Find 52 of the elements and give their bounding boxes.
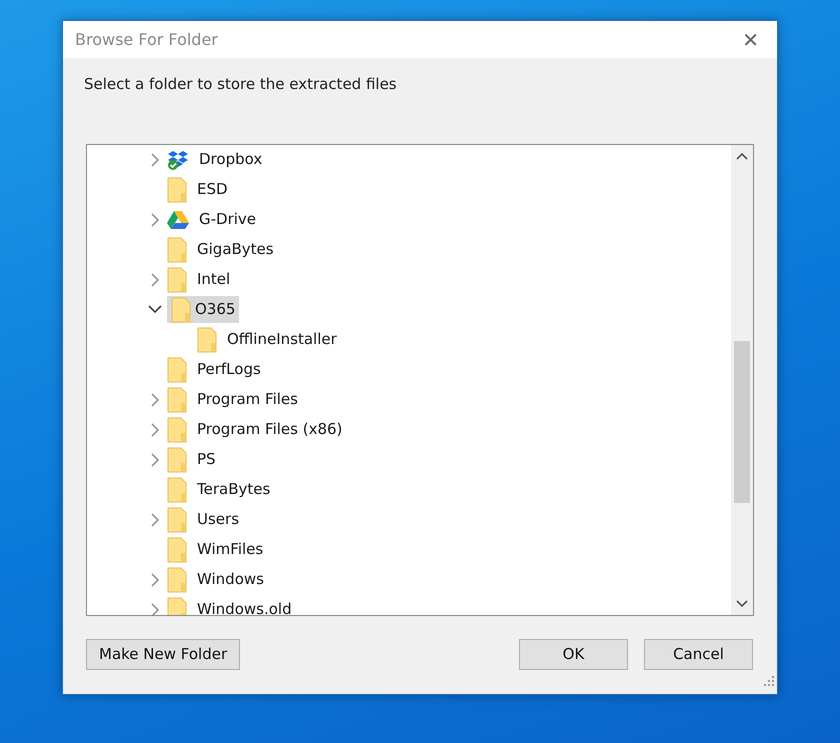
expand-chevron-icon[interactable] [150,272,160,286]
expand-chevron-icon[interactable] [150,422,160,436]
dropbox-icon [167,148,189,170]
tree-item-label[interactable]: Intel [193,266,234,293]
folder-icon [167,446,187,472]
folder-icon [167,566,187,592]
scrollbar[interactable] [731,144,753,614]
drive-icon [167,210,189,230]
expand-chevron-icon[interactable] [150,512,160,526]
tree-item-label[interactable]: G-Drive [195,206,260,233]
expand-chevron-icon[interactable] [150,212,160,226]
resize-grip-icon[interactable] [763,675,775,688]
tree-item-label[interactable]: OfflineInstaller [223,326,341,353]
tree-item-label[interactable]: Windows.old [193,596,296,614]
tree-item[interactable]: O365 [167,296,240,323]
expand-chevron-icon[interactable] [150,572,160,586]
tree-item-label[interactable]: Program Files (x86) [193,416,346,443]
scroll-up-icon[interactable] [736,152,748,160]
tree-item-label[interactable]: Program Files [193,386,302,413]
tree-item-label[interactable]: Windows [193,566,268,593]
make-new-folder-button[interactable]: Make New Folder [86,638,240,670]
folder-icon [167,266,187,292]
tree-item-label[interactable]: WimFiles [193,536,268,563]
collapse-chevron-icon[interactable] [148,305,162,314]
cancel-button[interactable]: Cancel [644,638,753,670]
tree-item-label[interactable]: Dropbox [195,146,266,173]
tree-item-label[interactable]: ESD [193,176,232,203]
folder-icon [167,386,187,412]
tree-item-label[interactable]: PerfLogs [193,356,265,383]
expand-chevron-icon[interactable] [150,152,160,166]
tree-item-label[interactable]: Users [193,506,244,533]
folder-icon [167,476,187,502]
folder-icon [167,236,187,262]
close-button[interactable]: ✕ [738,28,763,52]
window-title: Browse For Folder [75,28,218,50]
folder-icon [167,506,187,532]
ok-button[interactable]: OK [519,638,628,670]
scroll-down-icon[interactable] [736,600,748,608]
expand-chevron-icon[interactable] [150,392,160,406]
folder-icon [171,296,191,322]
expand-chevron-icon[interactable] [150,602,160,614]
folder-icon [167,416,187,442]
folder-icon [167,536,187,562]
folder-icon [197,326,217,352]
tree-item-label[interactable]: GigaBytes [193,236,278,263]
folder-icon [167,356,187,382]
tree-item-label[interactable]: TeraBytes [193,476,274,503]
scroll-thumb[interactable] [734,340,750,502]
tree-item-label[interactable]: PS [193,446,220,473]
prompt-text: Select a folder to store the extracted files [84,74,398,95]
folder-icon [167,176,187,202]
expand-chevron-icon[interactable] [150,452,160,466]
